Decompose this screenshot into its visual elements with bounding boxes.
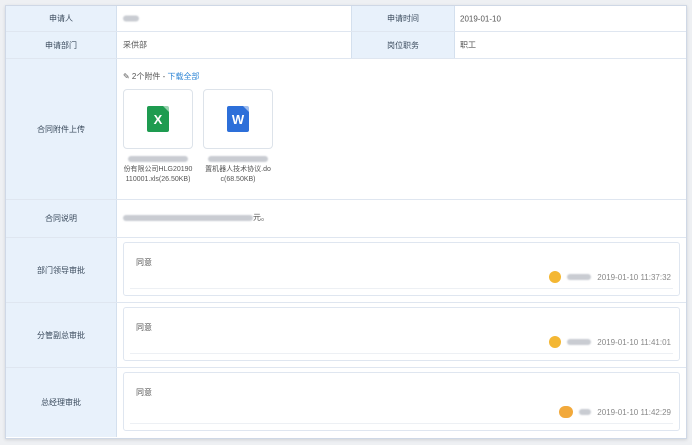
apply-time-label: 申请时间 <box>351 6 455 31</box>
applicant-name-redacted <box>123 15 139 22</box>
approver-name-redacted <box>567 274 592 280</box>
approver-avatar <box>549 336 562 348</box>
dept-leader-label: 部门领导审批 <box>6 238 117 302</box>
excel-file-icon: X <box>147 106 169 132</box>
attachment-file-xls[interactable]: X 份有限公司HLG20190 110001.xls(26.50KB) <box>123 89 193 185</box>
row-deputy-gm-approval: 分管副总审批 同意 2019-01-10 11:41:01 <box>6 303 686 368</box>
approval-time: 2019-01-10 11:37:32 <box>597 272 671 282</box>
row-contract-desc: 合同说明 元。 <box>6 200 686 238</box>
approval-card: 同意 2019-01-10 11:42:29 <box>123 372 680 431</box>
attachment-filename: 置机器人技术协议.do c(68.50KB) <box>203 155 273 185</box>
approver-avatar <box>559 406 574 418</box>
applicant-label: 申请人 <box>6 6 117 31</box>
row-gm-approval: 总经理审批 同意 2019-01-10 11:42:29 <box>6 368 686 437</box>
attachment-file-doc[interactable]: W 置机器人技术协议.do c(68.50KB) <box>203 89 273 185</box>
word-file-icon: W <box>227 106 249 132</box>
position-value: 职工 <box>460 40 476 50</box>
row-applicant: 申请人 申请时间 2019-01-10 <box>6 6 686 32</box>
row-dept-leader-approval: 部门领导审批 同意 2019-01-10 11:37:32 <box>6 238 686 303</box>
attach-header: ✎ 2个附件 - 下载全部 <box>123 71 199 82</box>
approver-name-redacted <box>579 409 592 415</box>
deputy-gm-label: 分管副总审批 <box>6 303 117 367</box>
approval-meta: 2019-01-10 11:42:29 <box>559 406 671 418</box>
dept-label: 申请部门 <box>6 32 117 58</box>
apply-time-value: 2019-01-10 <box>460 14 501 23</box>
position-label: 岗位职务 <box>351 32 455 58</box>
row-attachments: 合同附件上传 ✎ 2个附件 - 下载全部 X 份有限公司HLG20190 110… <box>6 59 686 200</box>
attach-label: 合同附件上传 <box>6 59 117 199</box>
approval-opinion: 同意 <box>136 258 152 267</box>
approval-card: 同意 2019-01-10 11:37:32 <box>123 242 680 296</box>
download-all-link[interactable]: 下载全部 <box>167 72 199 81</box>
gm-label: 总经理审批 <box>6 368 117 437</box>
approval-form: 申请人 申请时间 2019-01-10 申请部门 采供部 岗位职务 职工 合同附… <box>5 5 687 439</box>
contract-desc-value: 元。 <box>123 212 269 223</box>
approval-opinion: 同意 <box>136 323 152 332</box>
approval-meta: 2019-01-10 11:41:01 <box>549 336 671 348</box>
approval-time: 2019-01-10 11:42:29 <box>597 407 671 417</box>
approval-time: 2019-01-10 11:41:01 <box>597 337 671 347</box>
approval-card: 同意 2019-01-10 11:41:01 <box>123 307 680 361</box>
contract-desc-label: 合同说明 <box>6 200 117 237</box>
dept-value: 采供部 <box>123 40 147 50</box>
row-department: 申请部门 采供部 岗位职务 职工 <box>6 32 686 59</box>
approval-opinion: 同意 <box>136 388 152 397</box>
approver-name-redacted <box>567 339 592 345</box>
attach-summary: ✎ 2个附件 - <box>123 72 168 81</box>
approver-avatar <box>549 271 562 283</box>
approval-meta: 2019-01-10 11:37:32 <box>549 271 671 283</box>
attachment-filename: 份有限公司HLG20190 110001.xls(26.50KB) <box>123 155 193 185</box>
